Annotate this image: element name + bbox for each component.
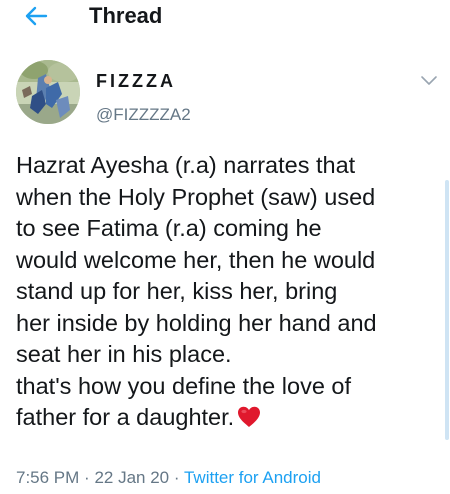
tweet-time: 7:56 PM bbox=[16, 468, 80, 487]
tweet-source-link[interactable]: Twitter for Android bbox=[184, 468, 321, 487]
meta-separator: · bbox=[173, 468, 180, 487]
top-bar: Thread bbox=[0, 0, 450, 36]
avatar-image bbox=[16, 60, 80, 124]
tweet-line: that's how you define the love of bbox=[16, 372, 352, 399]
tweet-line: Hazrat Ayesha (r.a) narrates that bbox=[16, 152, 356, 178]
tweet-line: when the Holy Prophet (saw) used bbox=[16, 183, 376, 210]
scrollbar[interactable] bbox=[445, 180, 449, 440]
display-name[interactable]: FIZZZA bbox=[96, 70, 176, 92]
tweet-date: 22 Jan 20 bbox=[94, 468, 170, 487]
tweet-line: would welcome her, then he would bbox=[16, 246, 376, 273]
tweet-line: father for a daughter. bbox=[16, 404, 235, 430]
tweet-line: stand up for her, kiss her, bring bbox=[16, 278, 338, 304]
tweet-line: her inside by holding her hand and bbox=[16, 309, 377, 336]
user-handle[interactable]: @FIZZZZA2 bbox=[96, 105, 191, 125]
chevron-down-icon[interactable] bbox=[420, 74, 438, 88]
tweet-last-line: father for a daughter. bbox=[16, 402, 444, 434]
meta-separator: · bbox=[84, 468, 90, 487]
page-title: Thread bbox=[89, 3, 163, 28]
heart-icon bbox=[238, 406, 261, 427]
tweet-line: to see Fatima (r.a) coming he bbox=[16, 215, 322, 241]
arrow-left-icon[interactable] bbox=[22, 2, 50, 30]
tweet-line: seat her in his place. bbox=[16, 341, 232, 367]
tweet-metadata: 7:56 PM · 22 Jan 20 · Twitter for Androi… bbox=[16, 467, 321, 489]
avatar[interactable] bbox=[16, 60, 80, 124]
tweet-text: Hazrat Ayesha (r.a) narrates that when t… bbox=[16, 150, 444, 434]
